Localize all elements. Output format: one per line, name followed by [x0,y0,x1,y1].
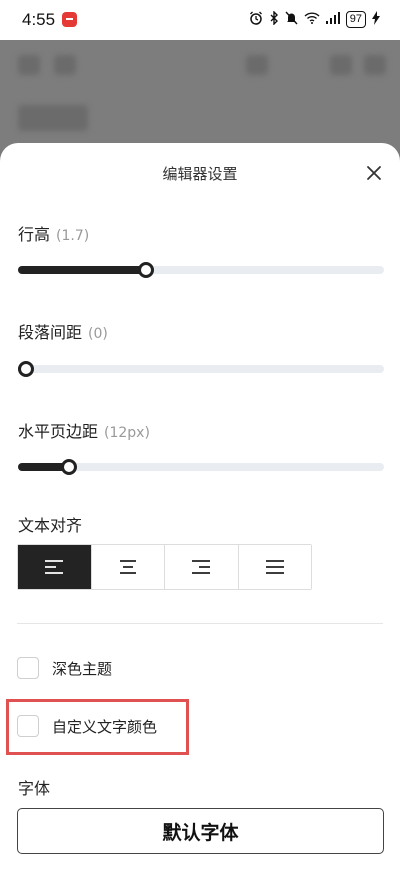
back-arrow-icon [18,55,40,75]
notification-app-icon [62,12,77,27]
blurred-icon [54,55,76,75]
editor-settings-sheet: 编辑器设置 行高 (1.7) 段落间距 (0) 水平页边距 (12px) 文本对齐 [0,143,400,884]
battery-level: 97 [345,11,366,28]
alarm-icon [249,11,263,28]
paragraph-spacing-value: (0) [88,326,108,342]
blurred-icon [330,55,352,75]
blurred-icon [364,55,386,75]
horizontal-margin-value: (12px) [104,425,150,441]
paragraph-spacing-title: 段落间距 [18,323,83,342]
charging-icon [372,11,380,28]
sheet-title: 编辑器设置 [162,165,238,183]
horizontal-margin-label: 水平页边距 (12px) [18,418,150,442]
mute-icon [285,11,298,28]
line-height-label: 行高 (1.7) [18,221,89,245]
close-icon [367,166,381,180]
line-height-title: 行高 [18,225,51,244]
font-select-button[interactable]: 默认字体 [17,808,384,854]
dark-theme-checkbox[interactable] [17,657,39,679]
font-label: 字体 [18,779,51,798]
align-justify-icon [265,560,284,574]
text-align-group [17,544,312,590]
section-divider [17,623,383,624]
bluetooth-icon [269,10,279,28]
status-bar: 4:55 97 [0,0,400,40]
dark-theme-label: 深色主题 [52,659,113,678]
slider-thumb[interactable] [18,361,34,377]
align-right-button[interactable] [165,545,239,589]
wifi-icon [304,12,320,27]
slider-track [18,365,384,373]
slider-thumb[interactable] [61,459,78,475]
align-center-button[interactable] [91,545,165,589]
signal-icon [325,12,340,27]
text-align-label: 文本对齐 [18,516,83,535]
line-height-value: (1.7) [56,228,90,244]
dark-theme-option[interactable]: 深色主题 [17,657,112,679]
horizontal-margin-title: 水平页边距 [18,422,99,441]
paragraph-spacing-label: 段落间距 (0) [18,319,108,343]
dimmed-background[interactable] [0,40,400,150]
horizontal-margin-slider[interactable] [18,455,384,475]
align-justify-button[interactable] [238,545,311,589]
paragraph-spacing-slider[interactable] [18,357,384,377]
slider-fill [18,266,147,274]
blurred-icon [246,55,268,75]
status-icons: 97 [249,10,380,28]
line-height-slider[interactable] [18,258,384,278]
blurred-title [18,105,88,131]
align-center-icon [119,560,136,574]
align-left-button[interactable] [18,545,92,589]
highlight-box [6,699,189,755]
slider-thumb[interactable] [138,262,155,278]
align-right-icon [192,560,211,574]
status-time: 4:55 [22,10,56,29]
align-left-icon [45,560,64,574]
close-button[interactable] [362,161,386,185]
